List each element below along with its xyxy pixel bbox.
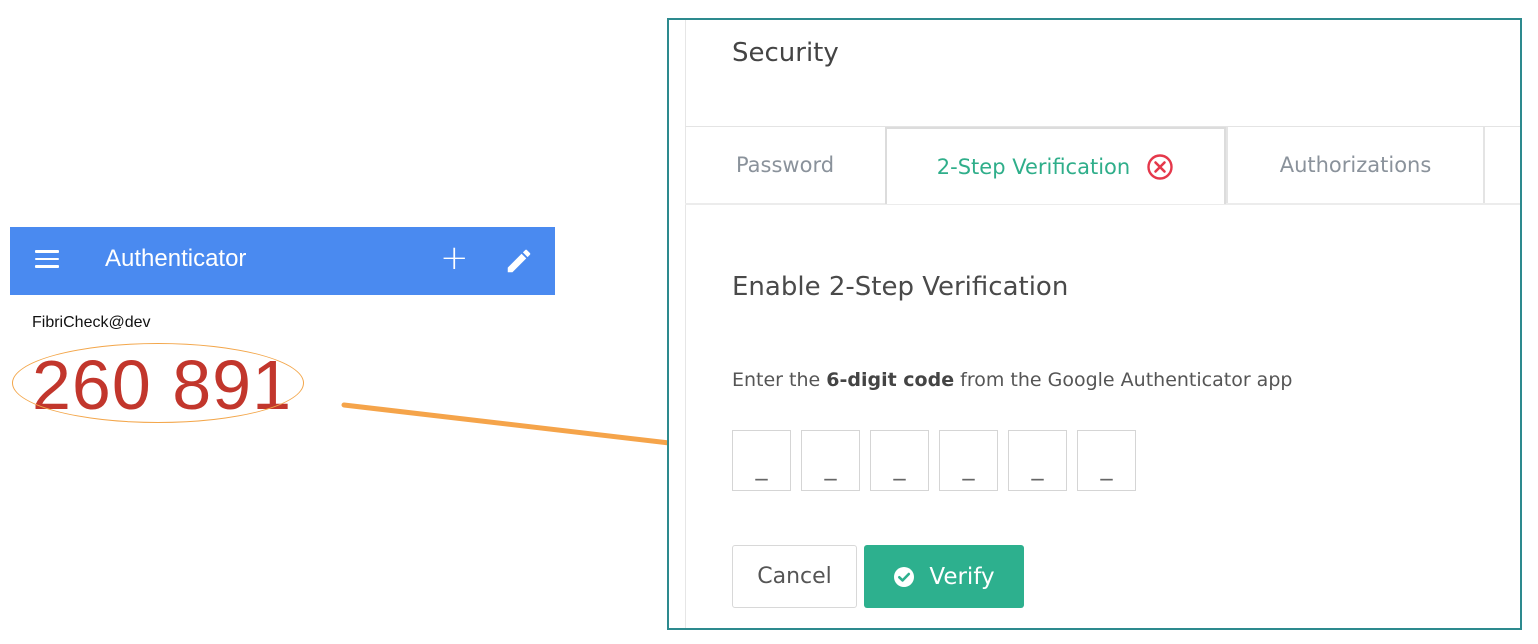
arrow-connector bbox=[341, 402, 690, 452]
tab-authorizations[interactable]: Authorizations bbox=[1226, 127, 1485, 203]
digit-input-4[interactable] bbox=[939, 430, 998, 491]
error-circle-icon bbox=[1147, 153, 1173, 180]
digit-input-5[interactable] bbox=[1008, 430, 1067, 491]
security-panel: Security Password 2-Step Verification Au… bbox=[667, 18, 1522, 630]
verify-button[interactable]: Verify bbox=[864, 545, 1024, 608]
verify-label: Verify bbox=[929, 563, 995, 590]
instruction-prefix: Enter the bbox=[732, 369, 827, 391]
digit-input-3[interactable] bbox=[870, 430, 929, 491]
pencil-icon[interactable] bbox=[504, 246, 534, 276]
digit-input-1[interactable] bbox=[732, 430, 791, 491]
instruction-text: Enter the 6-digit code from the Google A… bbox=[732, 369, 1292, 391]
code-highlight-ellipse bbox=[12, 343, 304, 423]
instruction-suffix: from the Google Authenticator app bbox=[954, 369, 1293, 391]
plus-icon[interactable]: + bbox=[440, 241, 469, 275]
instruction-emphasis: 6-digit code bbox=[826, 369, 955, 391]
tab-label: Password bbox=[735, 153, 835, 177]
account-name: FibriCheck@dev bbox=[32, 314, 151, 331]
authenticator-app-bar: Authenticator + bbox=[10, 227, 555, 295]
tab-label: 2-Step Verification bbox=[936, 154, 1131, 179]
hamburger-icon[interactable] bbox=[35, 250, 59, 270]
cancel-button[interactable]: Cancel bbox=[732, 545, 857, 608]
tab-password[interactable]: Password bbox=[685, 127, 885, 203]
tab-2-step-verification[interactable]: 2-Step Verification bbox=[885, 127, 1226, 204]
section-heading: Enable 2-Step Verification bbox=[732, 272, 1069, 302]
panel-divider bbox=[685, 20, 686, 628]
digit-input-2[interactable] bbox=[801, 430, 860, 491]
page-title: Security bbox=[732, 38, 839, 68]
code-input-group bbox=[732, 430, 1136, 491]
digit-input-6[interactable] bbox=[1077, 430, 1136, 491]
tab-label: Authorizations bbox=[1279, 153, 1432, 177]
check-circle-icon bbox=[894, 566, 915, 587]
authenticator-title: Authenticator bbox=[105, 245, 247, 272]
